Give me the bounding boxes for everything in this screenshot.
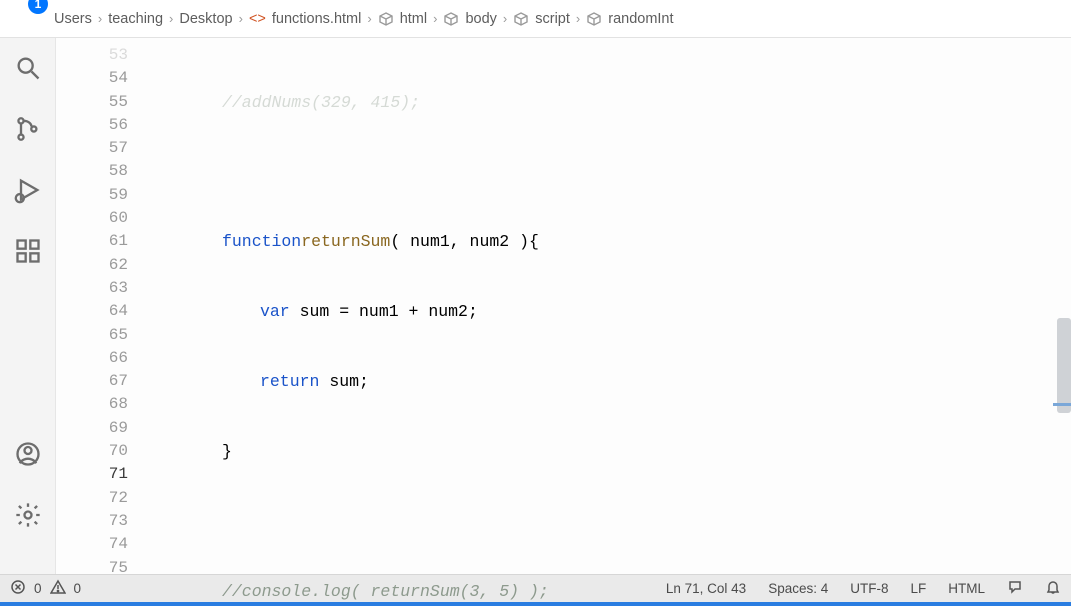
code-text: return [260, 370, 319, 393]
code-text: sum; [319, 370, 369, 393]
line-number: 71 [56, 463, 128, 486]
line-number: 61 [56, 230, 128, 253]
line-number: 72 [56, 487, 128, 510]
html-file-icon: <> [249, 11, 266, 27]
settings-gear-icon[interactable] [14, 501, 42, 534]
line-number: 58 [56, 160, 128, 183]
line-number: 62 [56, 254, 128, 277]
crumb-html[interactable]: html [400, 11, 427, 27]
code-text: returnSum [301, 230, 390, 253]
line-number: 56 [56, 114, 128, 137]
explorer-icon[interactable]: 1 [6, 0, 54, 38]
line-number: 60 [56, 207, 128, 230]
crumb-randomint[interactable]: randomInt [608, 11, 673, 27]
symbol-icon [443, 11, 459, 27]
symbol-icon [513, 11, 529, 27]
line-number: 57 [56, 137, 128, 160]
source-control-icon[interactable] [14, 115, 42, 148]
chevron-icon: › [169, 11, 173, 26]
line-number: 68 [56, 393, 128, 416]
errors-count[interactable]: 0 [34, 581, 42, 596]
line-number: 73 [56, 510, 128, 533]
crumb-file[interactable]: functions.html [272, 11, 361, 27]
line-number: 59 [56, 184, 128, 207]
line-number: 54 [56, 67, 128, 90]
code-text: sum = num1 + num2; [290, 300, 478, 323]
crumb-script[interactable]: script [535, 11, 570, 27]
chevron-icon: › [239, 11, 243, 26]
scrollbar-thumb[interactable] [1057, 318, 1071, 413]
symbol-icon [586, 11, 602, 27]
extensions-icon[interactable] [14, 237, 42, 270]
line-number: 66 [56, 347, 128, 370]
breadcrumb-bar: 1 Users › teaching › Desktop › <> functions… [0, 0, 1071, 38]
line-number: 63 [56, 277, 128, 300]
code-text: ( num1, num2 ){ [390, 230, 539, 253]
chevron-icon: › [367, 11, 371, 26]
crumb-body[interactable]: body [465, 11, 496, 27]
code-text: function [222, 230, 301, 253]
code-text: //console.log( returnSum(3, 5) ); [222, 580, 549, 603]
crumb-teaching[interactable]: teaching [108, 11, 163, 27]
chevron-icon: › [433, 11, 437, 26]
code-text: } [222, 440, 232, 463]
line-number: 75 [56, 557, 128, 580]
symbol-icon [378, 11, 394, 27]
line-number: 69 [56, 417, 128, 440]
line-number: 64 [56, 300, 128, 323]
line-number: 55 [56, 91, 128, 114]
account-icon[interactable] [14, 440, 42, 473]
line-number: 53 [56, 44, 128, 67]
chevron-icon: › [576, 11, 580, 26]
run-debug-icon[interactable] [14, 176, 42, 209]
editor[interactable]: 53 54 55 56 57 58 59 60 61 62 63 64 65 6… [56, 38, 1071, 574]
line-gutter: 53 54 55 56 57 58 59 60 61 62 63 64 65 6… [56, 38, 148, 574]
line-number: 70 [56, 440, 128, 463]
badge-count: 1 [28, 0, 48, 14]
line-number: 74 [56, 533, 128, 556]
code-text: var [260, 300, 290, 323]
code-area[interactable]: //addNums(329, 415); function returnSum(… [148, 38, 1051, 574]
code-text: //addNums(329, 415); [222, 91, 420, 114]
warnings-count[interactable]: 0 [74, 581, 82, 596]
chevron-icon: › [98, 11, 102, 26]
crumb-users[interactable]: Users [54, 11, 92, 27]
activity-bar [0, 38, 56, 574]
line-number: 65 [56, 324, 128, 347]
main-area: 53 54 55 56 57 58 59 60 61 62 63 64 65 6… [0, 38, 1071, 574]
breadcrumbs[interactable]: Users › teaching › Desktop › <> functions.h… [54, 11, 674, 27]
errors-icon[interactable] [10, 579, 26, 598]
line-number: 67 [56, 370, 128, 393]
crumb-desktop[interactable]: Desktop [179, 11, 232, 27]
minimap-scrollbar[interactable] [1051, 38, 1071, 574]
search-icon[interactable] [14, 54, 42, 87]
chevron-icon: › [503, 11, 507, 26]
minimap-marker [1053, 403, 1071, 406]
warnings-icon[interactable] [50, 579, 66, 598]
